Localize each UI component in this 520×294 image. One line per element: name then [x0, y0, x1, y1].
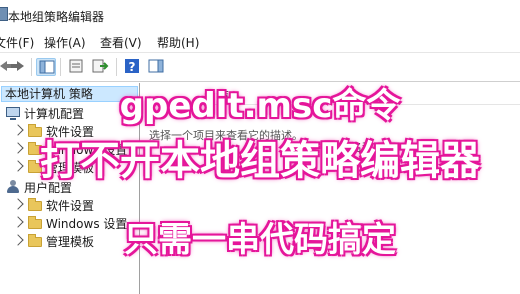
chevron-right-icon[interactable]: [12, 198, 24, 210]
menu-view[interactable]: 查看(V): [100, 34, 142, 51]
show-hide-tree-icon[interactable]: [36, 58, 56, 76]
properties-icon[interactable]: [66, 58, 86, 76]
overlay-line-2: 打不开本地组策略编辑器: [40, 138, 480, 184]
toolbar-separator: [60, 58, 61, 76]
window-title: 本地组策略编辑器: [8, 10, 105, 24]
toolbar-separator: [116, 58, 117, 76]
menu-action[interactable]: 操作(A): [44, 34, 86, 51]
chevron-right-icon[interactable]: [12, 124, 24, 136]
tree-item-label: 软件设置: [46, 199, 95, 213]
folder-icon: [28, 198, 42, 211]
export-list-icon[interactable]: [90, 58, 110, 76]
gpedit-app-icon: [0, 7, 8, 21]
menu-file[interactable]: 文件(F): [0, 34, 34, 51]
toolbar: ?: [0, 52, 520, 82]
folder-icon: [28, 124, 42, 137]
help-icon[interactable]: ?: [122, 58, 142, 76]
title-bar: 本地组策略编辑器: [0, 0, 520, 30]
show-hide-action-pane-icon[interactable]: [146, 58, 166, 76]
forward-arrow-icon[interactable]: [8, 58, 28, 76]
tree-item-user-software-settings[interactable]: 软件设置: [0, 197, 138, 213]
overlay-line-3: 只需一串代码搞定: [124, 220, 396, 260]
toolbar-separator: [31, 58, 32, 76]
svg-text:?: ?: [129, 60, 136, 74]
overlay-line-1: gpedit.msc命令: [119, 86, 401, 126]
menu-bar: 文件(F) 操作(A) 查看(V) 帮助(H): [0, 30, 520, 52]
menu-help[interactable]: 帮助(H): [157, 34, 199, 51]
